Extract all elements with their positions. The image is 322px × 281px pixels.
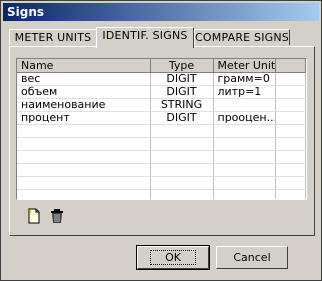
column-header-meter-unit[interactable]: Meter Unit <box>213 59 276 73</box>
cell-filler <box>275 111 306 125</box>
tab-label: IDENTIF. SIGNS <box>102 29 188 42</box>
table-row[interactable]: наименование STRING <box>17 98 306 112</box>
empty-row <box>17 137 306 151</box>
cancel-button[interactable]: Cancel <box>216 246 288 269</box>
cell-type[interactable]: DIGIT <box>150 85 214 99</box>
empty-row <box>17 150 306 164</box>
cell-filler <box>275 85 306 99</box>
table-row[interactable]: вес DIGIT грамм=0 <box>17 72 306 86</box>
cell-type[interactable]: DIGIT <box>150 111 214 125</box>
column-header-filler <box>275 59 306 73</box>
cell-name[interactable]: объем <box>17 85 151 99</box>
table-row[interactable]: процент DIGIT прооцен... <box>17 111 306 125</box>
cell-unit[interactable]: литр=1 <box>213 85 276 99</box>
ok-button[interactable]: OK <box>136 245 210 270</box>
signs-table[interactable]: Name Type Meter Unit вес DIGIT грамм=0 о… <box>16 58 307 200</box>
empty-row <box>17 163 306 177</box>
window-title: Signs <box>7 5 45 19</box>
column-header-name[interactable]: Name <box>17 59 151 73</box>
cell-unit[interactable]: прооцен... <box>213 111 276 125</box>
table-row[interactable]: объем DIGIT литр=1 <box>17 85 306 99</box>
cell-name[interactable]: наименование <box>17 98 151 112</box>
ok-label: OK <box>150 250 196 265</box>
new-document-icon[interactable] <box>26 208 42 224</box>
cell-filler <box>275 72 306 86</box>
cell-type[interactable]: STRING <box>150 98 214 112</box>
table-header-row: Name Type Meter Unit <box>17 59 306 73</box>
tab-label: COMPARE SIGNS <box>195 31 289 44</box>
cell-name[interactable]: вес <box>17 72 151 86</box>
cell-name[interactable]: процент <box>17 111 151 125</box>
column-header-type[interactable]: Type <box>150 59 214 73</box>
empty-row <box>17 124 306 138</box>
cell-unit[interactable]: грамм=0 <box>213 72 276 86</box>
cell-filler <box>275 98 306 112</box>
tab-meter-units[interactable]: METER UNITS <box>9 29 97 45</box>
trash-icon[interactable] <box>49 208 65 224</box>
signs-dialog: Signs METER UNITS IDENTIF. SIGNS COMPARE… <box>0 0 322 281</box>
tab-label: METER UNITS <box>14 31 92 44</box>
cell-type[interactable]: DIGIT <box>150 72 214 86</box>
cancel-label: Cancel <box>233 251 271 264</box>
tab-identif-signs[interactable]: IDENTIF. SIGNS <box>96 27 194 48</box>
empty-row <box>17 176 306 190</box>
empty-row <box>17 189 306 199</box>
tab-compare-signs[interactable]: COMPARE SIGNS <box>194 29 290 45</box>
cell-unit[interactable] <box>213 98 276 112</box>
title-bar[interactable]: Signs <box>3 3 319 21</box>
